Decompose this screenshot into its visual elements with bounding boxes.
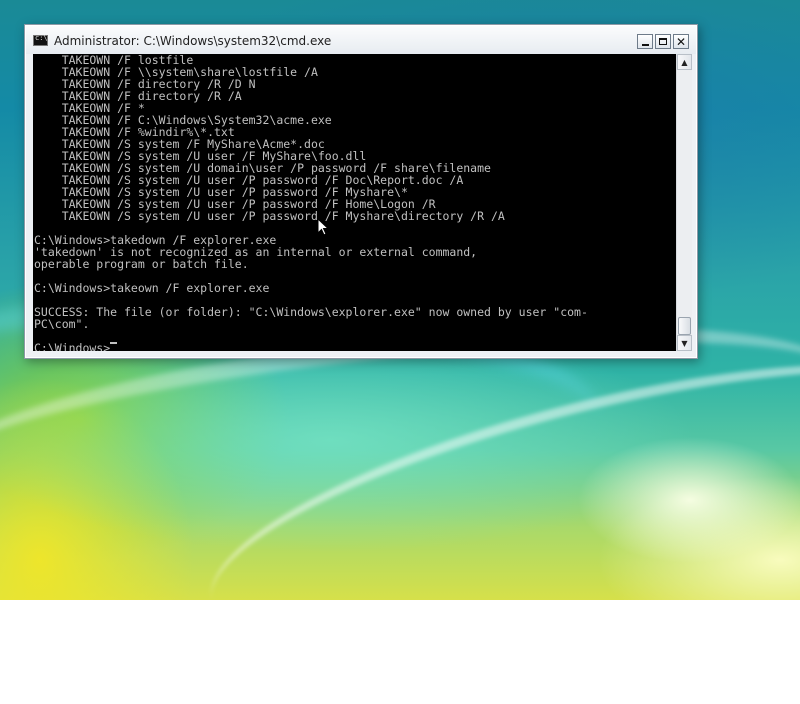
scroll-up-button[interactable]: ▲	[677, 54, 692, 70]
console-line: operable program or batch file.	[34, 257, 249, 271]
prompt-text: C:\Windows>	[34, 341, 111, 351]
arrow-up-icon: ▲	[681, 57, 688, 67]
console-output[interactable]: TAKEOWN /F lostfile TAKEOWN /F \\system\…	[33, 54, 676, 351]
console-line: PC\com".	[34, 317, 90, 331]
scroll-down-button[interactable]: ▼	[677, 335, 692, 351]
close-button[interactable]: ✕	[673, 34, 689, 49]
vertical-scrollbar[interactable]: ▲ ▼	[676, 54, 692, 351]
close-icon: ✕	[675, 34, 687, 49]
cmd-icon[interactable]	[33, 34, 48, 46]
cmd-window[interactable]: Administrator: C:\Windows\system32\cmd.e…	[24, 24, 698, 359]
command-prompt-line[interactable]: C:\Windows>	[33, 342, 676, 351]
minimize-icon	[641, 43, 649, 46]
window-title: Administrator: C:\Windows\system32\cmd.e…	[54, 34, 332, 48]
console-line: C:\Windows>takeown /F explorer.exe	[34, 281, 270, 295]
console-line: TAKEOWN /S system /U user /P password /F…	[34, 209, 505, 223]
console-line: SUCCESS: The file (or folder): "C:\Windo…	[34, 305, 588, 319]
maximize-button[interactable]	[655, 34, 671, 49]
arrow-down-icon: ▼	[681, 338, 688, 348]
scrollbar-thumb[interactable]	[678, 317, 691, 335]
mouse-pointer-icon	[317, 218, 329, 236]
text-cursor	[110, 342, 118, 344]
maximize-icon	[659, 38, 667, 45]
title-bar[interactable]: Administrator: C:\Windows\system32\cmd.e…	[26, 26, 696, 54]
minimize-button[interactable]	[637, 34, 653, 49]
